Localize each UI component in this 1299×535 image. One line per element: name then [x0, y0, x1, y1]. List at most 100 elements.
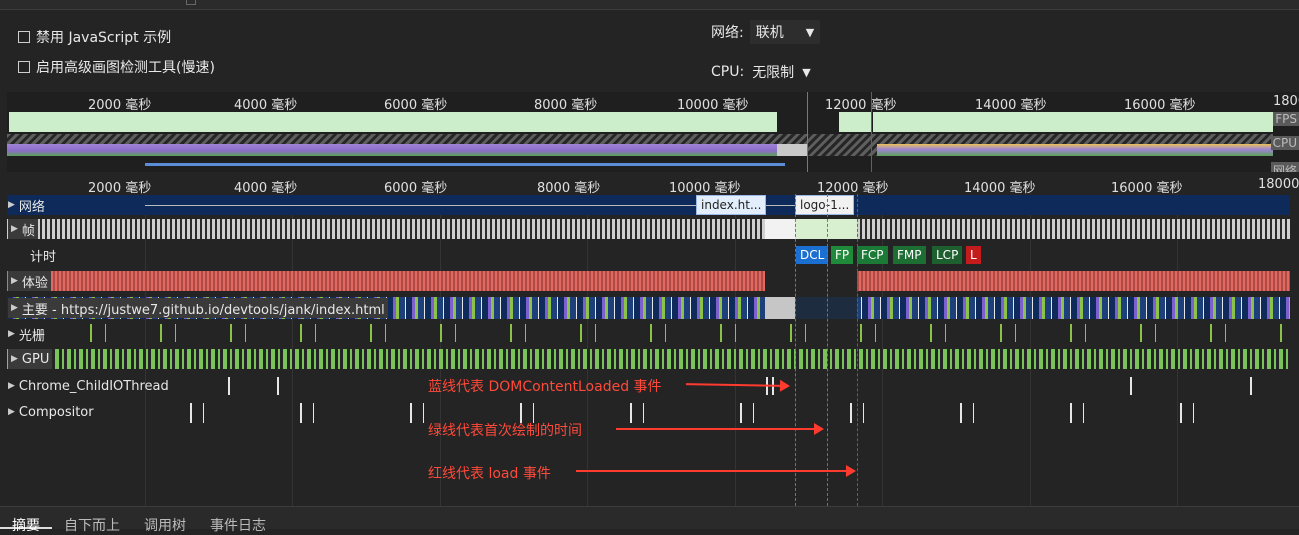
tab-call-tree[interactable]: 调用树: [132, 507, 198, 534]
dcl-line: [795, 194, 796, 506]
childio-event: [228, 377, 230, 395]
compositor-track-label[interactable]: ▶ Compositor: [8, 402, 94, 422]
selection-start[interactable]: [807, 92, 808, 172]
childio-event: [277, 377, 279, 395]
fp-marker[interactable]: FP: [831, 246, 854, 264]
lcp-marker[interactable]: LCP: [932, 246, 963, 264]
cpu-activity: [7, 144, 777, 156]
frames-track[interactable]: [7, 219, 1290, 239]
expand-triangle-icon[interactable]: ▶: [8, 200, 15, 210]
annotation-blue: 蓝线代表 DOMContentLoaded 事件: [428, 379, 662, 395]
dcl-marker[interactable]: DCL: [796, 246, 829, 264]
tab-summary[interactable]: 摘要: [0, 507, 52, 534]
overview-tick: 4000 毫秒: [234, 98, 298, 113]
expand-triangle-icon[interactable]: ▶: [11, 276, 18, 286]
fcp-marker[interactable]: FCP: [857, 246, 888, 264]
overview-tick: 16000 毫秒: [1124, 98, 1196, 113]
chevron-down-icon: ▼: [802, 65, 811, 79]
raster-track[interactable]: [60, 324, 1290, 342]
tab-bottom-up[interactable]: 自下而上: [52, 507, 132, 534]
childio-event: [1130, 377, 1132, 395]
expand-triangle-icon[interactable]: ▶: [8, 407, 15, 417]
network-value: 联机: [755, 25, 784, 41]
arrow-green: [616, 423, 824, 435]
network-throttle: 网络: 联机 ▼: [711, 20, 821, 44]
cpu-idle: [777, 144, 807, 156]
frame-block[interactable]: [765, 219, 795, 239]
annotation-red: 红线代表 load 事件: [428, 466, 551, 482]
ruler-tick: 18000: [1258, 177, 1299, 192]
request-logo[interactable]: logo-1...: [795, 195, 855, 215]
disable-js-label: 禁用 JavaScript 示例: [36, 30, 172, 46]
selection-end[interactable]: [871, 92, 872, 172]
frame-block[interactable]: [795, 219, 857, 239]
load-line: [857, 194, 858, 506]
raster-track-label[interactable]: ▶ 光栅: [8, 324, 45, 344]
ruler-tick: 10000 毫秒: [669, 181, 741, 196]
advanced-paint-option[interactable]: 启用高级画图检测工具(慢速): [18, 57, 215, 77]
overview-tick: 12000 毫秒: [825, 98, 897, 113]
compositor-track[interactable]: [135, 403, 1280, 423]
timeline-overview[interactable]: 2000 毫秒 4000 毫秒 6000 毫秒 8000 毫秒 10000 毫秒…: [7, 92, 1299, 172]
network-select[interactable]: 联机 ▼: [749, 20, 821, 44]
chevron-down-icon: ▼: [805, 25, 815, 39]
experience-track[interactable]: [7, 271, 1290, 291]
experience-track-label[interactable]: ▶ 体验: [8, 271, 51, 291]
cpu-value: 无限制: [752, 65, 795, 81]
expand-triangle-icon[interactable]: ▶: [8, 381, 15, 391]
frames-track-label[interactable]: ▶ 帧: [8, 219, 38, 239]
main-gap: [795, 297, 857, 319]
details-tabs: 摘要 自下而上 调用树 事件日志: [0, 506, 1299, 534]
expand-triangle-icon[interactable]: ▶: [11, 224, 18, 234]
gpu-track[interactable]: [7, 349, 1290, 369]
fmp-marker[interactable]: FMP: [893, 246, 926, 264]
overview-tick: 10000 毫秒: [677, 98, 749, 113]
cpu-label: CPU:: [711, 64, 745, 80]
overview-tick: 8000 毫秒: [534, 98, 598, 113]
arrow-red: [576, 465, 856, 477]
advanced-paint-checkbox[interactable]: [18, 61, 30, 73]
gpu-track-label[interactable]: ▶ GPU: [8, 349, 53, 369]
tab-event-log[interactable]: 事件日志: [198, 507, 278, 534]
main-track-label[interactable]: ▶ 主要 - https://justwe7.github.io/devtools…: [8, 298, 388, 318]
cpu-throttle: CPU: 无限制 ▼: [711, 60, 817, 84]
network-activity: [145, 163, 785, 166]
load-marker[interactable]: L: [966, 246, 981, 264]
network-track-label[interactable]: ▶ 网络: [8, 195, 45, 215]
expand-triangle-icon[interactable]: ▶: [11, 303, 18, 313]
advanced-paint-label: 启用高级画图检测工具(慢速): [36, 60, 215, 76]
main-idle-block: [765, 297, 795, 319]
cpu-select[interactable]: 无限制 ▼: [750, 60, 816, 84]
ruler-tick: 4000 毫秒: [234, 181, 298, 196]
overview-tick: 6000 毫秒: [384, 98, 448, 113]
network-label-overview: 网络: [1270, 162, 1299, 172]
fps-band: [9, 112, 777, 132]
fps-label: FPS: [1273, 112, 1299, 126]
overview-tick: 2000 毫秒: [88, 98, 152, 113]
ruler-tick: 2000 毫秒: [88, 181, 152, 196]
ruler-tick: 16000 毫秒: [1111, 181, 1183, 196]
overview-tick: 1800: [1273, 94, 1299, 109]
timeline-ruler: 2000 毫秒 4000 毫秒 6000 毫秒 8000 毫秒 10000 毫秒…: [7, 174, 1299, 196]
fps-band: [873, 112, 1273, 132]
arrow-blue: [685, 383, 783, 387]
expand-triangle-icon[interactable]: ▶: [8, 329, 15, 339]
disable-js-option[interactable]: 禁用 JavaScript 示例: [18, 27, 171, 47]
timings-track-label: 计时: [30, 249, 57, 265]
cpu-label-overview: CPU: [1270, 136, 1299, 150]
annotation-green: 绿线代表首次绘制的时间: [428, 423, 582, 439]
first-paint-line: [827, 194, 828, 506]
ruler-tick: 8000 毫秒: [537, 181, 601, 196]
fps-band: [839, 112, 871, 132]
disable-js-checkbox[interactable]: [18, 31, 30, 43]
ruler-tick: 14000 毫秒: [964, 181, 1036, 196]
overview-tick: 14000 毫秒: [975, 98, 1047, 113]
childio-event: [1250, 377, 1252, 395]
top-toolbar: [0, 0, 1299, 10]
overview-ruler: 2000 毫秒 4000 毫秒 6000 毫秒 8000 毫秒 10000 毫秒…: [7, 92, 1299, 113]
childio-track-label[interactable]: ▶ Chrome_ChildIOThread: [8, 376, 169, 396]
toolbar-tab-edge: [186, 0, 196, 5]
cpu-activity: [877, 144, 1273, 156]
request-index[interactable]: index.ht...: [696, 195, 767, 215]
expand-triangle-icon[interactable]: ▶: [11, 354, 18, 364]
